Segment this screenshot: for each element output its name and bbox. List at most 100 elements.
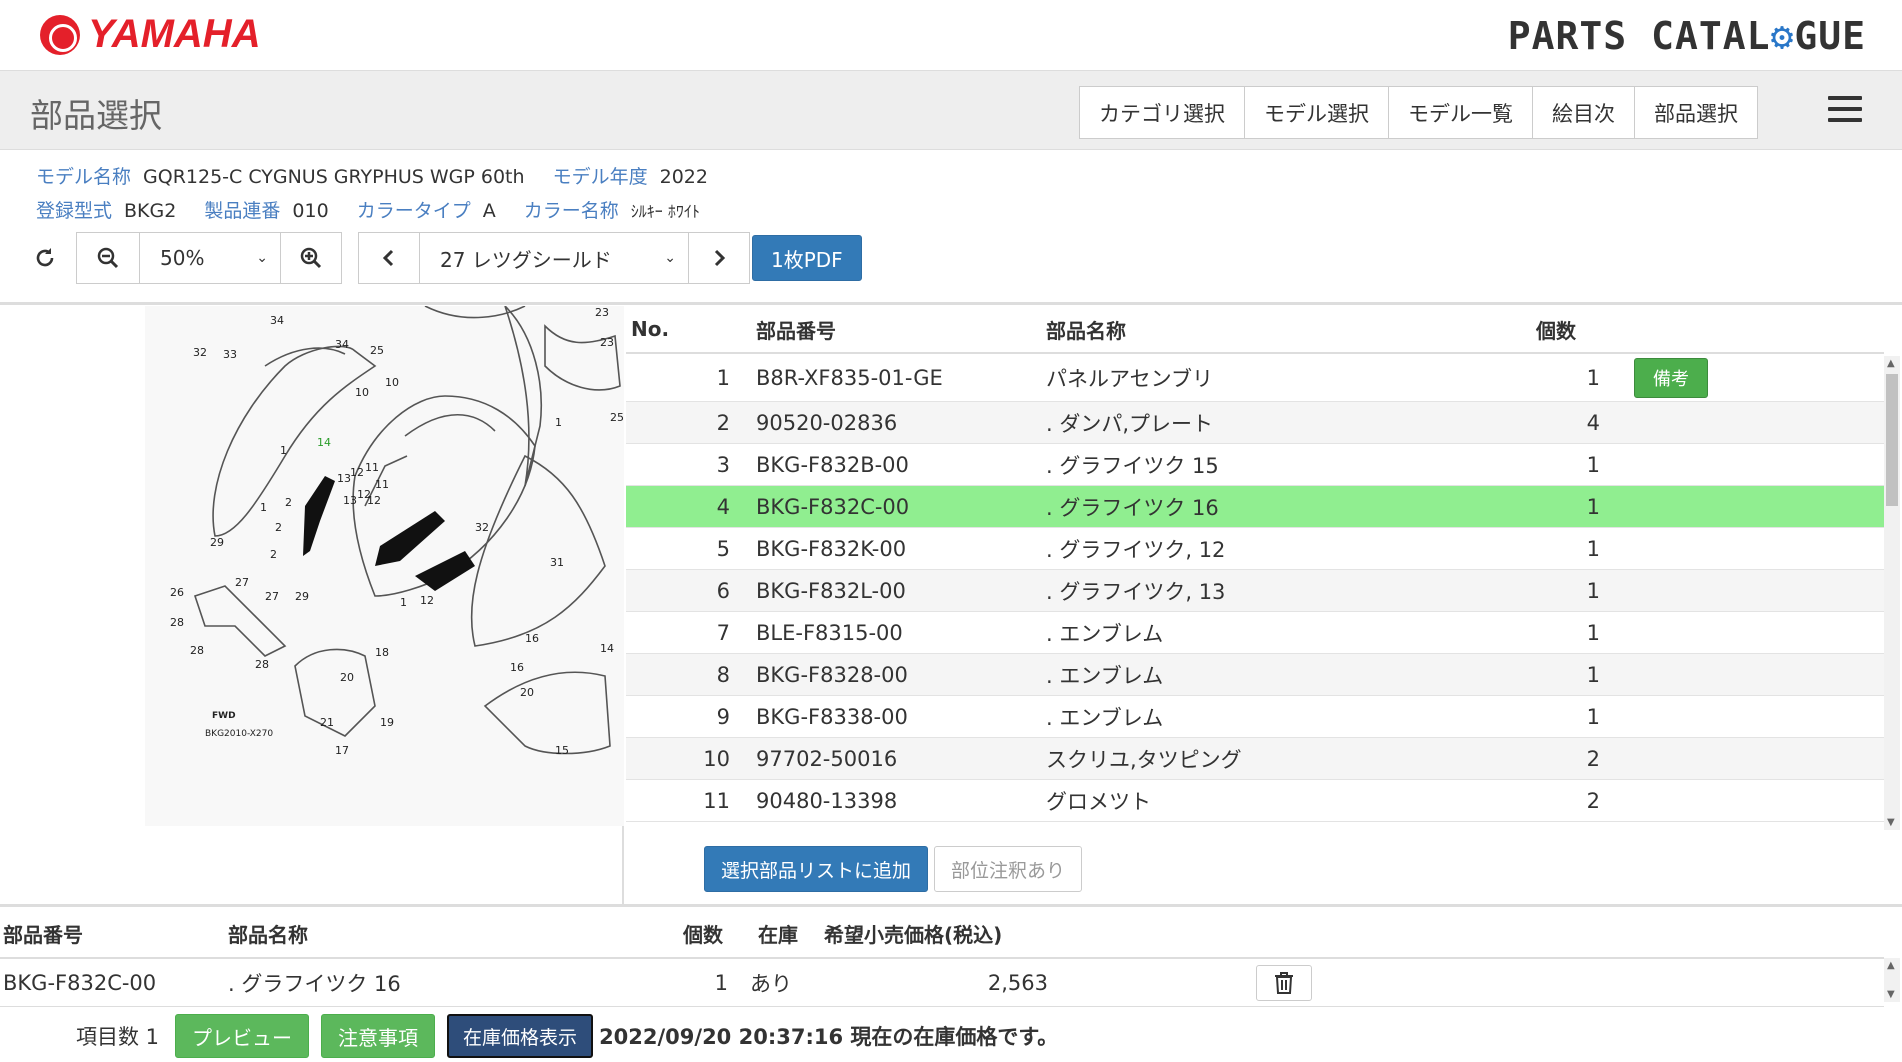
figure-select[interactable]: 27 レツグシールド ⌄ — [419, 232, 689, 284]
delete-button[interactable] — [1256, 965, 1312, 1001]
color-name-label: カラー名称 — [523, 200, 619, 222]
nav-model-list-button[interactable]: モデル一覧 — [1388, 86, 1533, 139]
parts-table-row[interactable]: 9 BKG-F8338-00 . エンブレム 1 — [626, 696, 1884, 738]
callout-label: 20 — [520, 686, 534, 699]
exploded-diagram[interactable]: 34 32 33 34 25 23 23 10 10 25 1 14 1 13 … — [145, 305, 624, 826]
zoom-select[interactable]: 50% ⌄ — [139, 232, 281, 284]
callout-label: 14 — [600, 642, 614, 655]
nav-illustration-index-button[interactable]: 絵目次 — [1532, 86, 1635, 139]
callout-label: 12 — [420, 594, 434, 607]
selected-row[interactable]: BKG-F832C-00 . グラフイツク 16 1 あり 2,563 — [0, 959, 1884, 1007]
part-row-no: 1 — [716, 365, 730, 390]
callout-label: 1 — [280, 444, 287, 457]
callout-label: 23 — [600, 336, 614, 349]
callout-label: 10 — [355, 386, 369, 399]
logo-text: YAMAHA — [88, 12, 261, 56]
scroll-down-icon: ▼ — [1887, 989, 1895, 1000]
yamaha-logo[interactable]: YAMAHA — [40, 12, 261, 57]
diagram-drawing[interactable]: 34 32 33 34 25 23 23 10 10 25 1 14 1 13 … — [145, 305, 624, 826]
parts-table-row[interactable]: 4 BKG-F832C-00 . グラフイツク 16 1 — [626, 486, 1884, 528]
notes-button[interactable]: 注意事項 — [321, 1014, 436, 1058]
figure-value: 27 レツグシールド — [440, 247, 612, 272]
sel-header-part-no: 部品番号 — [3, 923, 83, 947]
sel-header-name: 部品名称 — [228, 923, 308, 947]
zoom-out-button[interactable] — [76, 232, 140, 284]
part-row-no: 3 — [716, 452, 730, 477]
callout-label: 2 — [270, 548, 277, 561]
nav-category-button[interactable]: カテゴリ選択 — [1079, 86, 1245, 139]
callout-label: 18 — [375, 646, 389, 659]
hamburger-menu-icon[interactable] — [1828, 91, 1862, 125]
chevron-right-icon — [714, 249, 726, 267]
top-header: YAMAHA PARTS CATAL⚙GUE — [0, 0, 1902, 71]
callout-label: 1 — [400, 596, 407, 609]
callout-label: 28 — [190, 644, 204, 657]
callout-label: 16 — [525, 632, 539, 645]
scrollbar-thumb[interactable] — [1886, 374, 1898, 506]
callout-label: 1 — [260, 501, 267, 514]
nav-parts-select-button[interactable]: 部品選択 — [1634, 86, 1758, 139]
callout-label: 20 — [340, 671, 354, 684]
yamaha-emblem-icon — [40, 14, 80, 55]
callout-label: 1 — [555, 416, 562, 429]
preview-button[interactable]: プレビュー — [175, 1014, 310, 1058]
parts-table-row[interactable]: 8 BKG-F8328-00 . エンブレム 1 — [626, 654, 1884, 696]
divider — [0, 904, 1902, 907]
nav-model-select-button[interactable]: モデル選択 — [1244, 86, 1389, 139]
stock-timestamp: 2022/09/20 20:37:16 現在の在庫価格です。 — [599, 1025, 1059, 1049]
stock-price-button[interactable]: 在庫価格表示 — [447, 1014, 594, 1058]
part-row-number: BKG-F832C-00 — [756, 494, 910, 519]
part-row-qty: 2 — [1586, 788, 1600, 813]
gear-icon: ⚙ — [1770, 14, 1795, 58]
serial-value: 010 — [292, 200, 329, 222]
callout-label: 12 — [350, 466, 364, 479]
fwd-label: FWD — [212, 711, 236, 721]
callout-label: 2 — [275, 521, 282, 534]
callout-label: 17 — [335, 744, 349, 757]
parts-table-row[interactable]: 3 BKG-F832B-00 . グラフイツク 15 1 — [626, 444, 1884, 486]
parts-table-row[interactable]: 11 90480-13398 グロメツト 2 — [626, 780, 1884, 822]
callout-label: 12 — [367, 494, 381, 507]
part-row-qty: 1 — [1586, 452, 1600, 477]
part-row-qty: 1 — [1586, 494, 1600, 519]
parts-table-row[interactable]: 10 97702-50016 スクリユ,タツピング 2 — [626, 738, 1884, 780]
sel-qty: 1 — [714, 970, 728, 995]
refresh-button[interactable] — [14, 232, 76, 284]
part-row-name: パネルアセンブリ — [1046, 366, 1213, 391]
parts-table-row[interactable]: 5 BKG-F832K-00 . グラフイツク, 12 1 — [626, 528, 1884, 570]
sel-name: . グラフイツク 16 — [228, 971, 401, 996]
part-row-qty: 1 — [1586, 365, 1600, 390]
pdf-button[interactable]: 1枚PDF — [752, 235, 862, 281]
exploded-diagram-panel: 34 32 33 34 25 23 23 10 10 25 1 14 1 13 … — [0, 305, 624, 906]
zoom-in-button[interactable] — [280, 232, 342, 284]
part-row-number: B8R-XF835-01-GE — [756, 365, 943, 390]
model-info: モデル名称 GQR125-C CYGNUS GRYPHUS WGP 60th モデ… — [36, 160, 730, 229]
part-row-name: スクリユ,タツピング — [1046, 747, 1242, 772]
callout-label: 31 — [550, 556, 564, 569]
parts-table-row[interactable]: 7 BLE-F8315-00 . エンブレム 1 — [626, 612, 1884, 654]
callout-label: 23 — [595, 306, 609, 319]
part-row-name: . エンブレム — [1046, 621, 1164, 646]
selected-scrollbar[interactable]: ▲ ▼ — [1884, 958, 1900, 1002]
footer-bar: 項目数 1 プレビュー 注意事項 在庫価格表示 2022/09/20 20:37… — [0, 1010, 1902, 1062]
nav-buttons: カテゴリ選択 モデル選択 モデル一覧 絵目次 部品選択 — [1079, 86, 1758, 139]
callout-label: 2 — [285, 496, 292, 509]
callout-label: 13 — [343, 494, 357, 507]
add-to-list-button[interactable]: 選択部品リストに追加 — [704, 846, 929, 892]
prev-figure-button[interactable] — [358, 232, 420, 284]
next-figure-button[interactable] — [688, 232, 750, 284]
remark-button[interactable]: 備考 — [1634, 357, 1708, 398]
parts-scrollbar[interactable]: ▲ ▼ — [1884, 356, 1900, 830]
parts-table-row[interactable]: 1 B8R-XF835-01-GE パネルアセンブリ 1 備考 — [626, 354, 1884, 402]
sel-stock: あり — [750, 971, 792, 996]
parts-table-row[interactable]: 6 BKG-F832L-00 . グラフイツク, 13 1 — [626, 570, 1884, 612]
part-row-number: BLE-F8315-00 — [756, 620, 903, 645]
chevron-left-icon — [382, 249, 394, 267]
refresh-icon — [36, 248, 54, 267]
trash-icon — [1275, 972, 1293, 994]
part-notes-button[interactable]: 部位注釈あり — [934, 846, 1083, 892]
part-row-name: . グラフイツク 15 — [1046, 453, 1219, 478]
parts-table-row[interactable]: 2 90520-02836 . ダンパ,プレート 4 — [626, 402, 1884, 444]
part-row-name: . エンブレム — [1046, 705, 1164, 730]
model-year-label: モデル年度 — [552, 166, 648, 188]
